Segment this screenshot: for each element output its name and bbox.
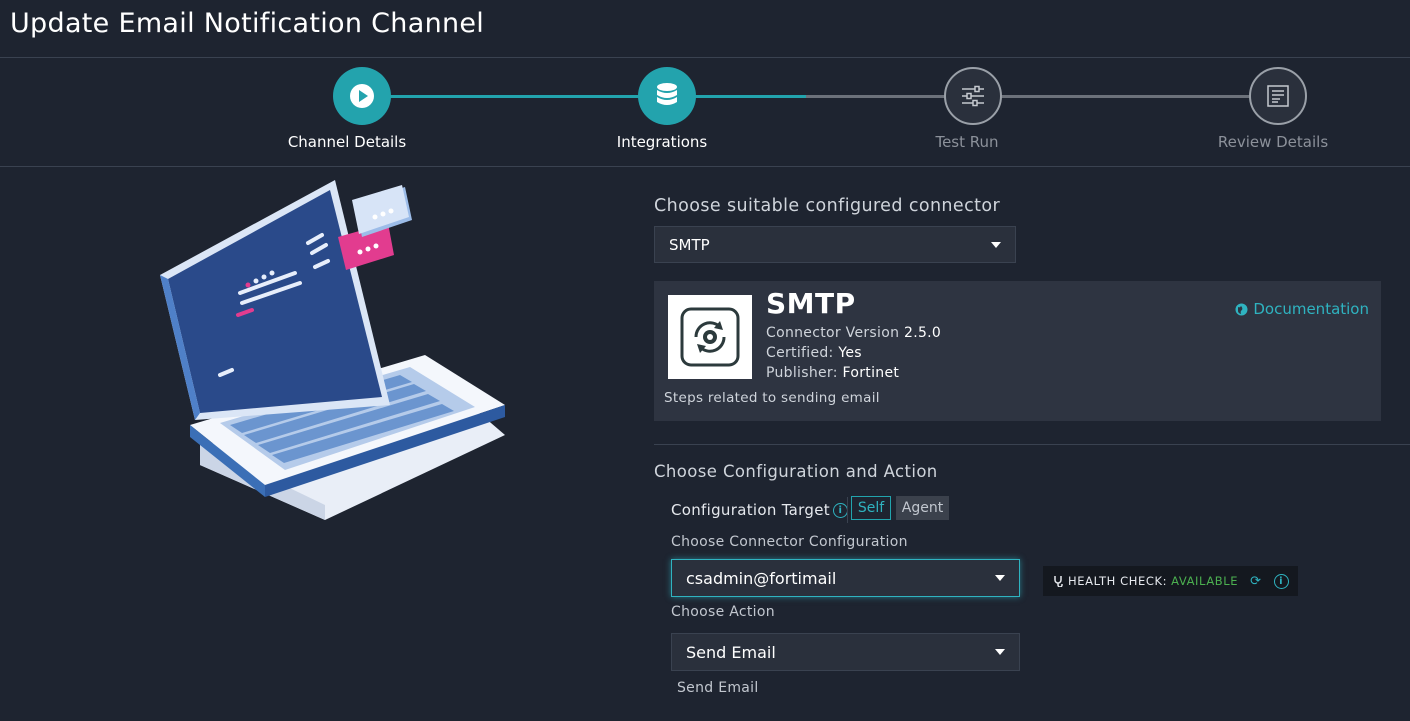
toggle-separator <box>847 497 848 523</box>
connector-select-value: SMTP <box>669 235 710 254</box>
connector-version-line: Connector Version 2.5.0 <box>766 325 941 341</box>
action-label: Choose Action <box>671 604 775 620</box>
configuration-target: Configuration Target i <box>671 501 848 519</box>
chevron-down-icon <box>991 241 1001 248</box>
connector-section-title: Choose suitable configured connector <box>654 196 1001 216</box>
step-test-run[interactable] <box>944 67 1002 125</box>
connector-certified-line: Certified: Yes <box>766 345 862 361</box>
step-channel-details[interactable] <box>333 67 391 125</box>
gear-sync-icon <box>680 307 740 367</box>
sliders-icon <box>962 85 984 107</box>
health-check-label: HEALTH CHECK: <box>1068 574 1168 588</box>
connector-version: 2.5.0 <box>904 325 942 341</box>
connector-certified: Yes <box>838 345 862 361</box>
step-label-test-run: Test Run <box>935 133 999 151</box>
connector-description: Steps related to sending email <box>664 390 880 406</box>
connector-logo <box>668 295 752 379</box>
connector-name: SMTP <box>766 287 856 320</box>
document-icon <box>1267 85 1289 107</box>
page-header: Update Email Notification Channel <box>0 0 1410 58</box>
wizard-progress-complete <box>361 95 806 98</box>
globe-icon <box>1235 303 1248 315</box>
step-integrations[interactable] <box>638 67 696 125</box>
connector-publisher: Fortinet <box>842 365 900 381</box>
health-info-icon[interactable]: i <box>1273 573 1289 589</box>
target-agent-button[interactable]: Agent <box>896 496 949 520</box>
chevron-down-icon <box>995 649 1005 655</box>
section-divider <box>654 444 1410 445</box>
page-title: Update Email Notification Channel <box>10 8 485 39</box>
wizard-progress-remaining <box>806 95 1278 98</box>
wizard-steps: Channel Details Integrations Test Run Re… <box>0 59 1410 167</box>
chevron-down-icon <box>995 575 1005 581</box>
play-icon <box>350 84 374 108</box>
connector-config-value: csadmin@fortimail <box>686 568 837 588</box>
connector-version-label: Connector Version <box>766 325 900 341</box>
refresh-icon[interactable]: ⟳ <box>1250 574 1262 589</box>
database-icon <box>657 83 677 105</box>
documentation-link[interactable]: Documentation <box>1235 300 1369 318</box>
step-label-integrations: Integrations <box>616 133 708 151</box>
connector-config-select[interactable]: csadmin@fortimail <box>671 559 1020 597</box>
configuration-target-label: Configuration Target <box>671 501 830 519</box>
health-check-panel: HEALTH CHECK: AVAILABLE ⟳ i <box>1043 566 1298 596</box>
connector-config-label: Choose Connector Configuration <box>671 534 908 550</box>
connector-card: SMTP Connector Version 2.5.0 Certified: … <box>654 281 1381 421</box>
connector-publisher-line: Publisher: Fortinet <box>766 365 899 381</box>
connector-certified-label: Certified: <box>766 345 834 361</box>
step-label-review-details: Review Details <box>1217 133 1329 151</box>
step-review-details[interactable] <box>1249 67 1307 125</box>
health-check-status: AVAILABLE <box>1171 574 1239 588</box>
action-select[interactable]: Send Email <box>671 633 1020 671</box>
connector-select[interactable]: SMTP <box>654 226 1016 263</box>
laptop-illustration <box>160 180 505 520</box>
info-icon[interactable]: i <box>832 502 848 518</box>
action-description: Send Email <box>677 680 759 696</box>
action-select-value: Send Email <box>686 642 776 662</box>
target-self-button[interactable]: Self <box>851 496 891 520</box>
documentation-link-label: Documentation <box>1253 300 1369 318</box>
connector-publisher-label: Publisher: <box>766 365 838 381</box>
step-label-channel-details: Channel Details <box>287 133 407 151</box>
stethoscope-icon <box>1054 576 1063 587</box>
configuration-section-title: Choose Configuration and Action <box>654 462 938 481</box>
